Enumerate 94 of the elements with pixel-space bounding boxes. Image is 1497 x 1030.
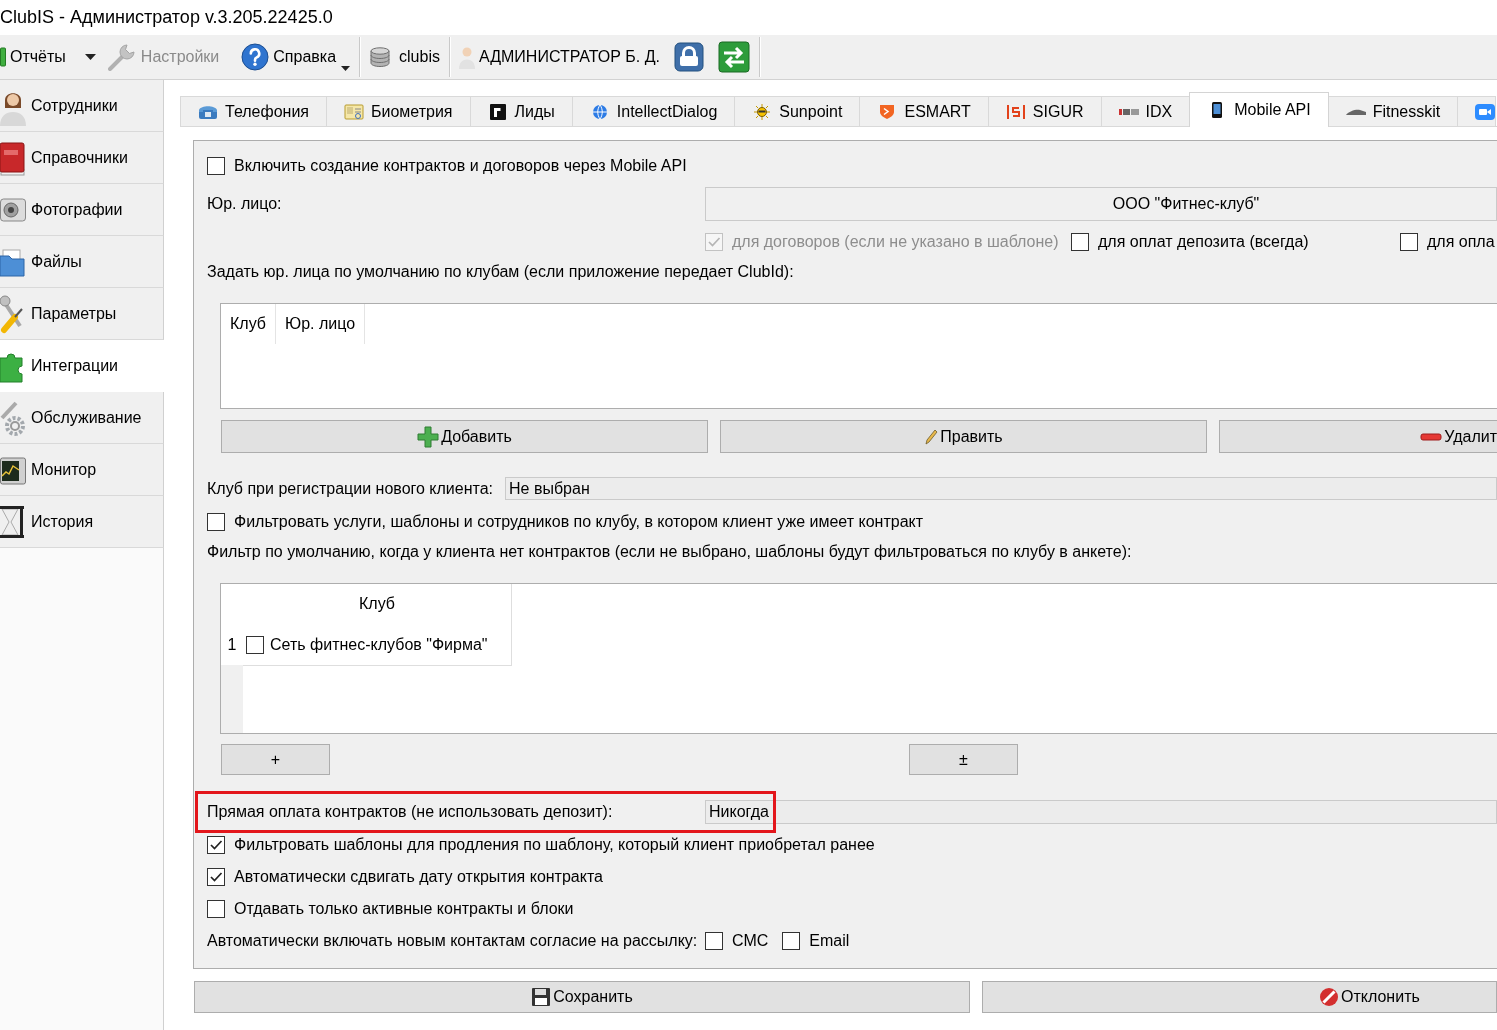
checkbox-label: Включить создание контрактов и договоров через Mobile API (234, 157, 687, 175)
telephone-icon (198, 103, 218, 120)
sidebar-item[interactable]: Интеграции (0, 340, 164, 392)
edit-button[interactable]: Править (720, 420, 1207, 453)
video-camera-icon (1475, 103, 1496, 120)
help-icon (241, 43, 270, 71)
checkbox-label: для опла (1427, 233, 1495, 251)
checkbox[interactable] (1400, 233, 1418, 251)
prohibition-icon (1319, 987, 1339, 1007)
tick-icon (209, 870, 223, 884)
add-button[interactable]: Добавить (221, 420, 708, 453)
plus-icon (417, 425, 440, 448)
toolbar-button[interactable]: Справка (239, 39, 353, 75)
logo-icon (1005, 103, 1026, 120)
tab[interactable]: ESMART (859, 96, 989, 127)
minus-icon (1420, 432, 1443, 441)
lock-icon (674, 42, 704, 72)
checkbox[interactable] (207, 157, 225, 175)
field-label: Клуб при регистрации нового клиента: (207, 479, 494, 498)
window-title: ClubIS - Администратор v.3.205.22425.0 (0, 6, 333, 29)
checkbox-label: Автоматически сдвигать дату открытия контракта (234, 868, 603, 886)
checkbox[interactable] (207, 836, 225, 854)
caret-icon (341, 66, 351, 71)
lock-button[interactable] (672, 39, 706, 75)
checkbox[interactable] (705, 932, 723, 950)
toolbar-button[interactable]: АДМИНИСТРАТОР Б. Д. (456, 39, 662, 75)
dropdown[interactable]: ООО "Фитнес-клуб" (705, 187, 1497, 221)
sidebar-item[interactable]: Обслуживание (0, 392, 164, 444)
tile-icon (487, 103, 508, 120)
field-label: Прямая оплата контрактов (не использовать депозит): (207, 803, 614, 821)
add-button[interactable]: + (221, 744, 330, 775)
plus-minus-button[interactable]: ± (909, 744, 1018, 775)
swap-arrows-icon (718, 41, 750, 73)
tick-icon (209, 838, 223, 852)
checkbox[interactable] (207, 868, 225, 886)
tab[interactable]: Fitnesskit (1327, 96, 1459, 127)
checkbox-label: СМС (732, 932, 769, 950)
checkbox[interactable] (207, 513, 225, 531)
checkbox[interactable] (246, 635, 264, 654)
checkbox[interactable] (1071, 233, 1089, 251)
sidebar-item[interactable]: Файлы (0, 236, 164, 288)
tab[interactable]: Sunpoint (734, 96, 861, 127)
pencil-icon (924, 428, 939, 445)
sheet-icon (0, 47, 6, 67)
tab[interactable]: Телефония (180, 96, 327, 127)
sidebar-item[interactable]: Параметры (0, 288, 164, 340)
row-header-column (221, 665, 243, 733)
club-name: Сеть фитнес-клубов "Фирма" (270, 635, 488, 654)
checkbox-label: Email (809, 932, 850, 950)
checkbox-label: для договоров (если не указано в шаблоне) (732, 233, 1059, 251)
sidebar-item[interactable]: Справочники (0, 132, 164, 184)
sidebar-item[interactable]: История (0, 496, 164, 548)
caret-icon (84, 54, 96, 60)
field-label: Автоматически включать новым контактам согласие на рассылку: (207, 932, 699, 950)
user-icon (458, 45, 475, 69)
checkbox[interactable] (782, 932, 801, 950)
field-label: Юр. лицо: (207, 195, 283, 213)
checkbox-label: Фильтровать шаблоны для продления по шаблону, который клиент приобретал ранее (234, 836, 875, 854)
tab[interactable]: SIGUR (987, 96, 1102, 127)
id-card-icon (344, 103, 364, 120)
toolbar-button[interactable]: clubis (367, 39, 442, 75)
checkbox[interactable] (207, 900, 225, 918)
shoe-icon (1345, 108, 1366, 115)
tick-icon (707, 235, 721, 249)
database-icon (369, 46, 392, 68)
tab[interactable]: IDX (1100, 96, 1191, 127)
switch-user-button[interactable] (716, 39, 752, 75)
sidebar-item[interactable]: Фотографии (0, 184, 164, 236)
delete-button[interactable]: Удалит (1219, 420, 1497, 453)
checkbox-label: Фильтровать услуги, шаблоны и сотрудников по клубу, в котором клиент уже имеет контракт (234, 513, 924, 531)
tab[interactable] (1457, 96, 1497, 127)
checkbox-label: для оплат депозита (всегда) (1098, 233, 1309, 251)
tab[interactable]: Биометрия (326, 96, 471, 127)
section-caption: Фильтр по умолчанию, когда у клиента нет контрактов (если не выбрано, шаблоны будут фильтроваться по клубу в анкете): (207, 542, 1133, 562)
checkbox-label: Отдавать только активные контракты и блоки (234, 900, 574, 918)
section-caption: Задать юр. лица по умолчанию по клубам (если приложение передает ClubId): (207, 262, 795, 282)
wrench-icon (106, 42, 137, 72)
tab[interactable]: IntellectDialog (571, 96, 736, 127)
sidebar-item[interactable]: Сотрудники (0, 80, 164, 132)
save-button[interactable]: Сохранить (194, 981, 970, 1013)
tab[interactable]: Mobile API (1189, 92, 1329, 127)
cancel-button[interactable]: Отклонить (982, 981, 1497, 1013)
column-header: Клуб (221, 304, 276, 344)
column-header: Клуб (358, 594, 396, 614)
tab[interactable]: Лиды (469, 96, 573, 127)
logo-icon (1118, 108, 1139, 115)
toolbar-button[interactable]: Отчёты (0, 39, 68, 75)
sun-icon (752, 103, 773, 120)
tools-icon (0, 293, 26, 334)
dropdown[interactable]: Никогда (705, 800, 1497, 824)
sidebar-item[interactable]: Монитор (0, 444, 164, 496)
column-header: Юр. лицо (276, 304, 366, 344)
dropdown[interactable]: Не выбран (505, 477, 1497, 500)
row-number: 1 (226, 634, 238, 655)
